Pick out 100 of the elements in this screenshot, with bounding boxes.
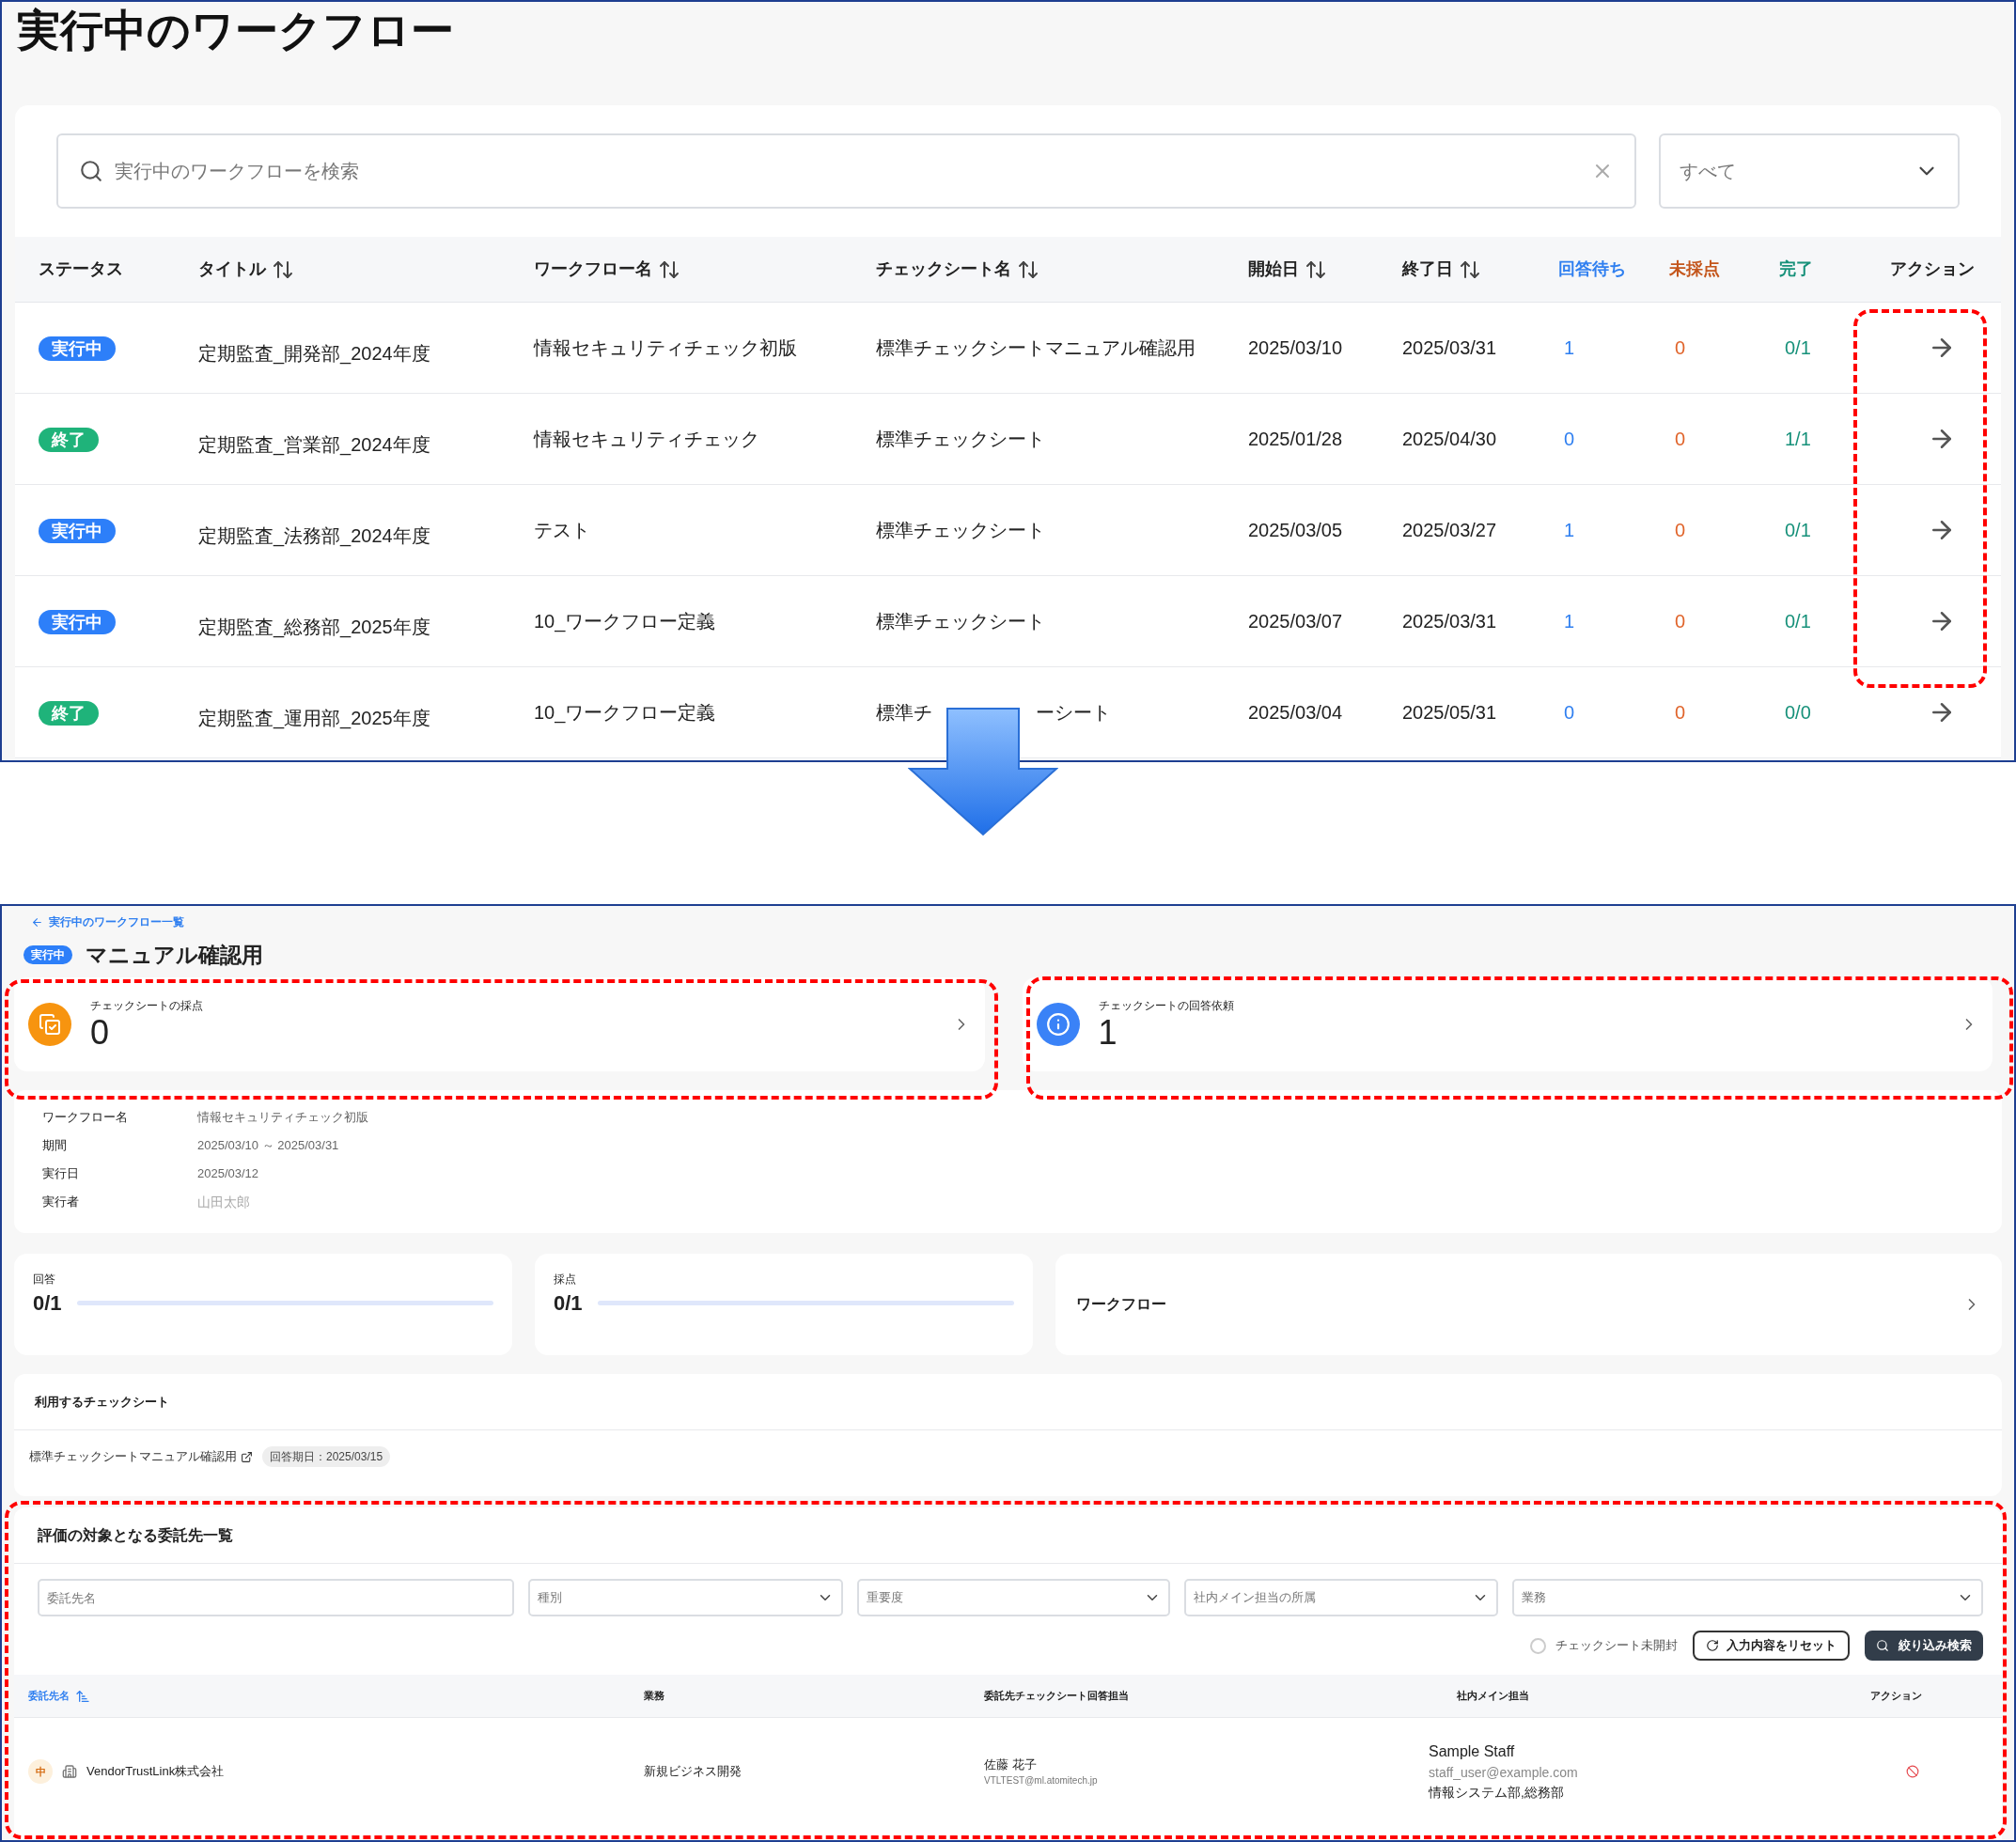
summary-card[interactable]: チェックシートの回答依頼 1 bbox=[1022, 977, 1993, 1071]
prohibited-icon[interactable] bbox=[1906, 1765, 1919, 1778]
table-cell-text: 情報セキュリティチェック初版 bbox=[534, 336, 798, 360]
page-title: 実行中のワークフロー bbox=[17, 5, 454, 56]
workflow-card[interactable]: ワークフロー bbox=[1055, 1254, 2002, 1355]
column-header: 委託先チェックシート回答担当 bbox=[984, 1689, 1129, 1704]
column-header[interactable]: 終了日 bbox=[1402, 257, 1481, 282]
table-cell-text: 0 bbox=[1563, 428, 1576, 451]
table-cell-text: 2025/01/28 bbox=[1248, 428, 1344, 451]
column-header: アクション bbox=[1890, 258, 1975, 280]
info-icon bbox=[1036, 1003, 1080, 1046]
table-cell-text: 2025/03/04 bbox=[1248, 701, 1344, 725]
table-cell-text: 情報セキュリティチェック bbox=[534, 428, 760, 451]
table-cell-text: 標準チ bbox=[876, 701, 932, 725]
table-cell-text: 2025/03/31 bbox=[1402, 336, 1498, 360]
table-cell-text: 0 bbox=[1674, 701, 1687, 725]
table-cell-text: 10_ワークフロー定義 bbox=[534, 610, 717, 634]
filter-dropdown[interactable]: 種別 bbox=[528, 1579, 843, 1616]
filter-dropdown[interactable]: すべて bbox=[1659, 133, 1960, 209]
info-label: ワークフロー名 bbox=[42, 1109, 129, 1127]
column-header: 未採点 bbox=[1669, 258, 1720, 280]
column-header: 社内メイン担当 bbox=[1457, 1689, 1529, 1704]
section-title: 利用するチェックシート bbox=[35, 1393, 169, 1411]
detail-title: マニュアル確認用 bbox=[86, 941, 263, 969]
filter-field[interactable]: 委託先名 bbox=[38, 1579, 514, 1616]
info-value: 2025/03/10 ～ 2025/03/31 bbox=[197, 1137, 339, 1155]
reset-button[interactable]: 入力内容をリセット bbox=[1693, 1631, 1850, 1661]
table-cell-text: 0 bbox=[1674, 336, 1687, 360]
status-badge: 実行中 bbox=[39, 336, 116, 361]
table-cell-text: 標準チェックシート bbox=[876, 519, 1045, 542]
status-badge: 終了 bbox=[39, 428, 99, 452]
staff-email: staff_user@example.com bbox=[1429, 1764, 1579, 1782]
checksheet-link[interactable]: 標準チェックシートマニュアル確認用 bbox=[29, 1447, 253, 1466]
reset-icon bbox=[1706, 1639, 1719, 1652]
checkbox[interactable] bbox=[1530, 1637, 1546, 1654]
section-title: 評価の対象となる委託先一覧 bbox=[38, 1525, 233, 1546]
arrow-left-icon bbox=[31, 915, 43, 929]
table-cell-text: 0/1 bbox=[1784, 336, 1812, 360]
table-cell-text: 1/1 bbox=[1784, 428, 1812, 451]
table-cell-text: 定期監査_運用部_2025年度 bbox=[198, 707, 431, 731]
table-cell-text: 2025/03/27 bbox=[1402, 519, 1498, 542]
table-cell-text: 2025/03/10 bbox=[1248, 336, 1344, 360]
column-header[interactable]: 委託先名 bbox=[28, 1688, 70, 1704]
search-icon bbox=[1876, 1639, 1889, 1652]
staff-department: 情報システム部,総務部 bbox=[1429, 1784, 1565, 1802]
table-cell-text: 0 bbox=[1674, 610, 1687, 633]
table-cell-text: 2025/04/30 bbox=[1402, 428, 1498, 451]
due-date-tag: 回答期日：2025/03/15 bbox=[262, 1446, 391, 1467]
progress-label: 採点 bbox=[554, 1272, 577, 1288]
table-cell-text: 定期監査_法務部_2024年度 bbox=[198, 524, 431, 549]
info-label: 実行日 bbox=[42, 1165, 80, 1183]
table-cell-text: 10_ワークフロー定義 bbox=[534, 701, 717, 726]
external-link-icon bbox=[241, 1450, 253, 1463]
table-cell-text: 1 bbox=[1563, 336, 1576, 360]
table-cell-text: 定期監査_営業部_2024年度 bbox=[198, 433, 431, 458]
table-cell-text: 新規ビジネス開発 bbox=[644, 1763, 742, 1781]
status-badge: 実行中 bbox=[39, 519, 116, 543]
column-header[interactable]: ワークフロー名 bbox=[534, 257, 680, 282]
table-cell-text: 0/0 bbox=[1784, 701, 1812, 725]
column-header[interactable]: 開始日 bbox=[1248, 257, 1327, 282]
card-label: チェックシートの回答依頼 bbox=[1098, 998, 1235, 1014]
table-cell-text: 0/1 bbox=[1784, 610, 1812, 633]
table-cell-text: 2025/03/05 bbox=[1248, 519, 1344, 542]
search-button[interactable]: 絞り込み検索 bbox=[1865, 1631, 1983, 1661]
table-cell-text: 1 bbox=[1563, 519, 1576, 542]
filter-dropdown[interactable]: 業務 bbox=[1512, 1579, 1983, 1616]
info-label: 期間 bbox=[42, 1137, 68, 1155]
info-value: 情報セキュリティチェック初版 bbox=[197, 1109, 368, 1127]
card-label: チェックシートの採点 bbox=[90, 998, 204, 1014]
card-title: ワークフロー bbox=[1076, 1295, 1166, 1314]
table-cell-text: 0/1 bbox=[1784, 519, 1812, 542]
staff-name: Sample Staff bbox=[1429, 1742, 1516, 1761]
column-header: ステータス bbox=[39, 258, 123, 280]
importance-badge: 中 bbox=[28, 1759, 53, 1784]
filter-dropdown[interactable]: 社内メイン担当の所属 bbox=[1184, 1579, 1498, 1616]
checklist-icon bbox=[28, 1003, 71, 1046]
table-cell-text: 標準チェックシートマニュアル確認用 bbox=[876, 336, 1196, 360]
table-cell-text: VendorTrustLink株式会社 bbox=[86, 1763, 225, 1781]
table-cell-text: 0 bbox=[1674, 428, 1687, 451]
back-link[interactable]: 実行中のワークフロー一覧 bbox=[14, 906, 2002, 932]
table-cell-text: 2025/03/07 bbox=[1248, 610, 1344, 633]
column-header[interactable]: タイトル bbox=[198, 257, 294, 282]
column-header: アクション bbox=[1870, 1689, 1922, 1704]
search-field[interactable]: 実行中のワークフローを検索 bbox=[56, 133, 1636, 209]
search-input[interactable]: 実行中のワークフローを検索 bbox=[115, 157, 1580, 185]
column-header[interactable]: チェックシート名 bbox=[876, 257, 1039, 282]
table-cell-text: 0 bbox=[1563, 701, 1576, 725]
progress-value: 0/1 bbox=[33, 1290, 62, 1317]
column-header: 完了 bbox=[1779, 258, 1813, 280]
table-cell-text: テスト bbox=[534, 519, 591, 542]
table-cell-text: 0 bbox=[1674, 519, 1687, 542]
table-cell-text: 標準チェックシート bbox=[876, 428, 1045, 451]
table-cell-text: 定期監査_総務部_2025年度 bbox=[198, 616, 431, 640]
info-label: 実行者 bbox=[42, 1194, 80, 1211]
summary-card[interactable]: チェックシートの採点 0 bbox=[14, 977, 985, 1071]
status-badge: 終了 bbox=[39, 701, 99, 726]
table-cell-text: 2025/03/31 bbox=[1402, 610, 1498, 633]
table-cell-text: 1 bbox=[1563, 610, 1576, 633]
card-count: 1 bbox=[1098, 1014, 1118, 1052]
filter-dropdown[interactable]: 重要度 bbox=[857, 1579, 1170, 1616]
